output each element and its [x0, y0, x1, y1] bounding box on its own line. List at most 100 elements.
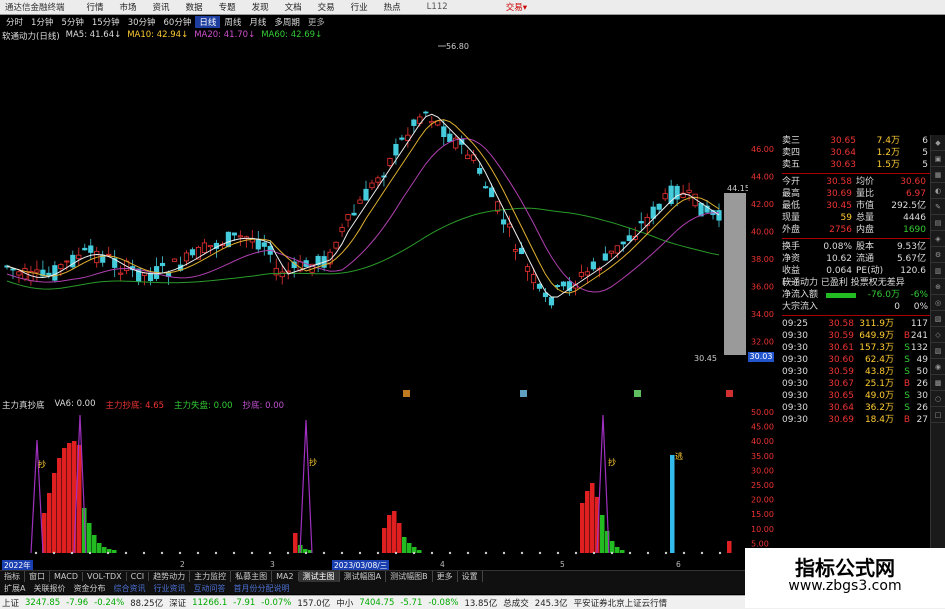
zx-index-label[interactable]: 中小 — [336, 597, 353, 609]
side-icon[interactable]: ◐ — [931, 183, 945, 199]
candle — [183, 252, 190, 262]
indicator-bar — [52, 473, 57, 553]
tick-row: 09:30 30.69 18.4万 B 27 — [782, 415, 928, 425]
candle — [351, 212, 357, 216]
side-icon[interactable]: ✎ — [931, 199, 945, 215]
side-icon[interactable]: ◇ — [931, 327, 945, 343]
low-price-label: 30.45 — [694, 354, 717, 363]
menu-item-hangye[interactable]: 行业 — [343, 1, 376, 13]
baseline-dot — [376, 551, 380, 555]
sz-index-label[interactable]: 深证 — [169, 597, 186, 609]
extension-tab[interactable]: 互动问答 — [189, 583, 229, 594]
date-label: 4 — [440, 560, 445, 569]
side-icon[interactable]: ▦ — [931, 167, 945, 183]
indicator-tab[interactable]: 指标 — [0, 571, 25, 582]
quote-panel: 卖三 30.65 7.4万 6 卖四 30.64 1.2万 5 卖五 30.63 1.5万 5 今… — [782, 135, 930, 580]
tick-list[interactable]: 09:25 30.58 311.9万 117 09:30 30.59 649.9万 B 241 0… — [782, 318, 930, 426]
extension-tab[interactable]: 扩展A — [0, 583, 29, 594]
menu-item-shichang[interactable]: 市场 — [112, 1, 145, 13]
period-more[interactable]: 更多 — [304, 16, 329, 28]
tick-row: 09:30 30.59 43.8万 S 50 — [782, 367, 928, 377]
indicator-tab[interactable]: 主力监控 — [190, 571, 232, 582]
indicator-tab[interactable]: CCI — [127, 572, 150, 581]
period-30min[interactable]: 30分钟 — [124, 16, 160, 28]
side-icon[interactable]: ◎ — [931, 295, 945, 311]
side-icon[interactable]: ◆ — [931, 135, 945, 151]
indicator-tab[interactable]: 设置 — [458, 571, 483, 582]
menu-bar: 通达信金融终端 行情 市场 资讯 数据 专题 发现 文档 交易 行业 热点 L1… — [0, 0, 945, 15]
watermark-title: 指标公式网 — [795, 556, 895, 580]
candle — [662, 193, 668, 200]
event-flag[interactable] — [634, 390, 641, 397]
candlestick-chart[interactable]: 56.80 44.15 30.45 — [0, 41, 748, 399]
price-tick: 40.00 — [751, 228, 774, 237]
app-title: 通达信金融终端 — [5, 3, 65, 13]
baseline-dot — [250, 551, 254, 555]
indicator-chart[interactable]: 抄 抄 抄 逃 — [0, 405, 748, 560]
candle — [686, 189, 692, 193]
indicator-tick: 45.00 — [751, 423, 774, 432]
menu-item-faxian[interactable]: 发现 — [244, 1, 277, 13]
indicator-tab[interactable]: MACD — [50, 572, 83, 581]
menu-item-zhuanti[interactable]: 专题 — [211, 1, 244, 13]
period-15min[interactable]: 15分钟 — [88, 16, 124, 28]
side-icon[interactable]: ◈ — [931, 231, 945, 247]
period-weekly[interactable]: 周线 — [220, 16, 245, 28]
indicator-tab[interactable]: 测试幅图A — [340, 571, 387, 582]
extension-tab[interactable]: 行业资讯 — [149, 583, 189, 594]
candle — [231, 232, 237, 236]
indicator-tick: 10.00 — [751, 525, 774, 534]
indicator-tab[interactable]: 窗口 — [25, 571, 50, 582]
period-multi[interactable]: 多周期 — [270, 16, 304, 28]
trade-button[interactable]: 交易▾ — [498, 1, 535, 13]
chaodi-label: 抄 — [309, 457, 317, 467]
side-icon[interactable]: ▩ — [931, 375, 945, 391]
side-icon[interactable]: ▣ — [931, 151, 945, 167]
sh-index-change: -7.96 — [66, 597, 89, 608]
indicator-tab[interactable]: 测试主图 — [298, 571, 340, 582]
side-icon[interactable]: □ — [931, 407, 945, 423]
extension-tab[interactable]: 综合资讯 — [109, 583, 149, 594]
indicator-tab[interactable]: VOL-TDX — [83, 572, 127, 581]
period-5min[interactable]: 5分钟 — [57, 16, 87, 28]
baseline-dot — [304, 551, 308, 555]
sh-index-label[interactable]: 上证 — [2, 597, 19, 609]
indicator-tab[interactable]: 趋势动力 — [149, 571, 191, 582]
event-flag[interactable] — [403, 390, 410, 397]
indicator-tab[interactable]: 私募主图 — [231, 571, 273, 582]
side-icon[interactable]: ▧ — [931, 311, 945, 327]
period-monthly[interactable]: 月线 — [245, 16, 270, 28]
side-icon[interactable]: ▥ — [931, 263, 945, 279]
menu-item-wendang[interactable]: 文档 — [277, 1, 310, 13]
side-icon[interactable]: ⊕ — [931, 279, 945, 295]
period-1min[interactable]: 1分钟 — [27, 16, 57, 28]
baseline-dot — [646, 551, 650, 555]
side-icon[interactable]: ▤ — [931, 215, 945, 231]
indicator-tab[interactable]: MA2 — [272, 572, 299, 581]
indicator-bar — [600, 515, 605, 553]
indicator-tab[interactable]: 更多 — [433, 571, 458, 582]
period-60min[interactable]: 60分钟 — [160, 16, 196, 28]
baseline-dot — [88, 551, 92, 555]
extension-tab[interactable]: 首月份分配说明 — [229, 583, 293, 594]
baseline-dot — [700, 551, 704, 555]
side-icon[interactable]: ⚙ — [931, 247, 945, 263]
menu-item-zixun[interactable]: 资讯 — [145, 1, 178, 13]
extension-tab[interactable]: 关联报价 — [29, 583, 69, 594]
baseline-dot — [286, 551, 290, 555]
side-icon[interactable]: ▨ — [931, 343, 945, 359]
event-flag[interactable] — [726, 390, 733, 397]
period-fenshi[interactable]: 分时 — [2, 16, 27, 28]
baseline-dot — [70, 551, 74, 555]
menu-item-hangqing[interactable]: 行情 — [79, 1, 112, 13]
menu-item-redian[interactable]: 热点 — [376, 1, 409, 13]
menu-item-jiaoyi[interactable]: 交易 — [310, 1, 343, 13]
menu-item-shuju[interactable]: 数据 — [178, 1, 211, 13]
candle — [16, 271, 22, 276]
indicator-tab[interactable]: 测试幅图B — [386, 571, 433, 582]
event-flag[interactable] — [520, 390, 527, 397]
period-daily[interactable]: 日线 — [195, 16, 221, 28]
side-icon[interactable]: ◉ — [931, 359, 945, 375]
side-icon[interactable]: ○ — [931, 391, 945, 407]
extension-tab[interactable]: 资金分布 — [69, 583, 109, 594]
